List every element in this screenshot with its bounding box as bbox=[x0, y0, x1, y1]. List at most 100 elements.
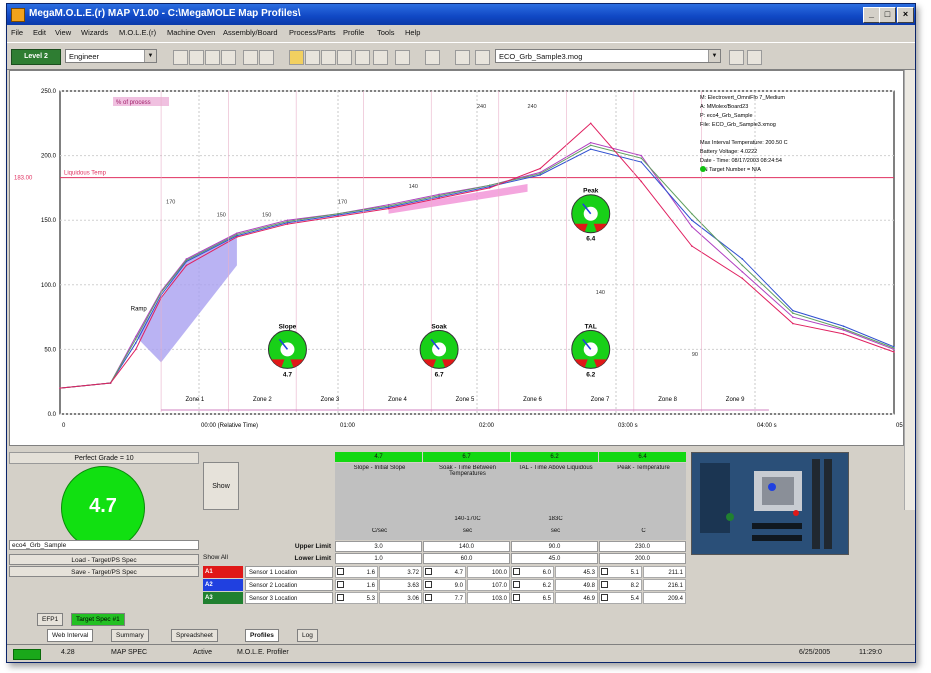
maximize-button[interactable]: □ bbox=[879, 7, 896, 23]
tab-log[interactable]: Log bbox=[297, 629, 318, 642]
menu-process-parts[interactable]: Process/Parts bbox=[289, 28, 336, 37]
sensor-checkbox[interactable] bbox=[337, 581, 344, 588]
print-icon[interactable] bbox=[205, 50, 220, 65]
settings-icon[interactable] bbox=[395, 50, 410, 65]
series-point bbox=[842, 327, 845, 330]
tab-efp1[interactable]: EFP1 bbox=[37, 613, 64, 626]
sensor-checkbox[interactable] bbox=[513, 594, 520, 601]
arrow-down-icon[interactable] bbox=[475, 50, 490, 65]
table-icon[interactable] bbox=[337, 50, 352, 65]
tab-profiles[interactable]: Profiles bbox=[245, 629, 279, 642]
series-point bbox=[792, 322, 794, 325]
folder-icon[interactable] bbox=[289, 50, 304, 65]
save-spec-button[interactable]: Save - Target/PS Spec bbox=[9, 566, 199, 577]
menu-file[interactable]: File bbox=[11, 28, 23, 37]
lower-limit-cell[interactable]: 1.0 bbox=[335, 553, 422, 564]
sensor-value: 211.1 bbox=[643, 566, 686, 578]
cursor-icon[interactable] bbox=[373, 50, 388, 65]
minimize-button[interactable]: _ bbox=[863, 7, 880, 23]
profile-chart[interactable]: 250.0 200.0 150.0 100.0 50.0 0.0 0 00:00 (Relat… bbox=[10, 71, 915, 445]
sensor-checkbox[interactable] bbox=[425, 581, 432, 588]
zoom-in-icon[interactable] bbox=[243, 50, 258, 65]
series-point bbox=[640, 154, 643, 157]
sensor-name[interactable]: Sensor 1 Location bbox=[245, 566, 333, 578]
app-window: MegaM.O.L.E.(r) MAP V1.00 - C:\MegaMOLE … bbox=[6, 3, 916, 663]
y-tick-label: 100.0 bbox=[41, 283, 57, 289]
tab-spreadsheet[interactable]: Spreadsheet bbox=[171, 629, 218, 642]
menu-edit[interactable]: Edit bbox=[33, 28, 46, 37]
sensor-checkbox[interactable] bbox=[425, 594, 432, 601]
menu-profile[interactable]: Profile bbox=[343, 28, 364, 37]
load-spec-button[interactable]: Load - Target/PS Spec bbox=[9, 554, 199, 565]
soak-range: 140-170C bbox=[454, 516, 481, 522]
sensor-checkbox[interactable] bbox=[425, 568, 432, 575]
profile-name-field[interactable]: eco4_Grb_Sample bbox=[9, 540, 199, 550]
upper-limit-cell[interactable]: 140.0 bbox=[423, 541, 510, 552]
x-tick-label: 04:00 s bbox=[757, 423, 777, 429]
chevron-down-icon[interactable]: ▼ bbox=[144, 50, 156, 62]
menu-machine-oven[interactable]: Machine Oven bbox=[167, 28, 215, 37]
chart-icon[interactable] bbox=[321, 50, 336, 65]
level-button[interactable]: Level 2 bbox=[11, 49, 61, 65]
menu-wizards[interactable]: Wizards bbox=[81, 28, 108, 37]
new-icon[interactable] bbox=[173, 50, 188, 65]
save-icon[interactable] bbox=[189, 50, 204, 65]
series-point bbox=[691, 219, 693, 221]
sensor-checkbox[interactable] bbox=[513, 568, 520, 575]
series-point bbox=[792, 312, 794, 315]
sigma-total-icon[interactable] bbox=[747, 50, 762, 65]
upper-limit-cell[interactable]: 90.0 bbox=[511, 541, 598, 552]
lower-limit-cell[interactable]: 200.0 bbox=[599, 553, 686, 564]
menu-bar: File Edit View Wizards M.O.L.E.(r) Machi… bbox=[7, 26, 915, 41]
chevron-down-icon[interactable]: ▼ bbox=[708, 50, 720, 62]
tab-target-spec[interactable]: Target Spec #1 bbox=[71, 613, 125, 626]
lower-limit-cell[interactable]: 45.0 bbox=[511, 553, 598, 564]
sigma-icon[interactable] bbox=[455, 50, 470, 65]
help-icon[interactable] bbox=[425, 50, 440, 65]
sensor-checkbox[interactable] bbox=[601, 594, 608, 601]
series-point bbox=[539, 172, 541, 175]
status-value: 4.28 bbox=[61, 649, 75, 656]
menu-help[interactable]: Help bbox=[405, 28, 420, 37]
title-bar: MegaM.O.L.E.(r) MAP V1.00 - C:\MegaMOLE … bbox=[7, 4, 915, 25]
menu-tools[interactable]: Tools bbox=[377, 28, 395, 37]
analysis-panel: Perfect Grade = 10 4.7 eco4_Grb_Sample L… bbox=[9, 448, 902, 606]
menu-view[interactable]: View bbox=[55, 28, 71, 37]
gauge-label: TAL bbox=[585, 323, 597, 330]
sensor-name[interactable]: Sensor 3 Location bbox=[245, 592, 333, 604]
sensor-checkbox[interactable] bbox=[601, 568, 608, 575]
sensor-code[interactable]: A2 bbox=[203, 579, 243, 591]
file-combo[interactable]: ECO_Grb_Sample3.mog ▼ bbox=[495, 49, 721, 63]
show-all-label[interactable]: Show All bbox=[203, 553, 243, 563]
sensor-checkbox[interactable] bbox=[337, 594, 344, 601]
sensor-value: 100.0 bbox=[467, 566, 510, 578]
tab-summary[interactable]: Summary bbox=[111, 629, 149, 642]
export-icon[interactable] bbox=[221, 50, 236, 65]
warning-icon[interactable] bbox=[305, 50, 320, 65]
window-title: MegaM.O.L.E.(r) MAP V1.00 - C:\MegaMOLE … bbox=[29, 8, 301, 19]
sensor-checkbox[interactable] bbox=[601, 581, 608, 588]
info-line: P: eco4_Grb_Sample bbox=[700, 113, 753, 119]
upper-limit-cell[interactable]: 230.0 bbox=[599, 541, 686, 552]
gauge-label: Slope bbox=[279, 323, 297, 330]
sensor-code[interactable]: A1 bbox=[203, 566, 243, 578]
y-tick-label: 0.0 bbox=[48, 412, 57, 418]
zoom-out-icon[interactable] bbox=[259, 50, 274, 65]
sensor-checkbox[interactable] bbox=[337, 568, 344, 575]
upper-limit-cell[interactable]: 3.0 bbox=[335, 541, 422, 552]
menu-mole[interactable]: M.O.L.E.(r) bbox=[119, 28, 156, 37]
sensor-checkbox[interactable] bbox=[513, 581, 520, 588]
arrow-right-icon[interactable] bbox=[729, 50, 744, 65]
sensor-code[interactable]: A3 bbox=[203, 592, 243, 604]
lower-limit-cell[interactable]: 60.0 bbox=[423, 553, 510, 564]
vertical-scrollbar[interactable] bbox=[904, 70, 915, 510]
dimension-label: 90 bbox=[692, 352, 698, 358]
close-button[interactable]: × bbox=[897, 7, 914, 23]
menu-assembly-board[interactable]: Assembly/Board bbox=[223, 28, 278, 37]
sensor-name[interactable]: Sensor 2 Location bbox=[245, 579, 333, 591]
units-combo[interactable]: Engineer ▼ bbox=[65, 49, 157, 63]
show-button[interactable]: Show bbox=[203, 462, 239, 510]
bar-icon[interactable] bbox=[355, 50, 370, 65]
series-point bbox=[438, 194, 440, 197]
tab-web-interval[interactable]: Web Interval bbox=[47, 629, 94, 642]
